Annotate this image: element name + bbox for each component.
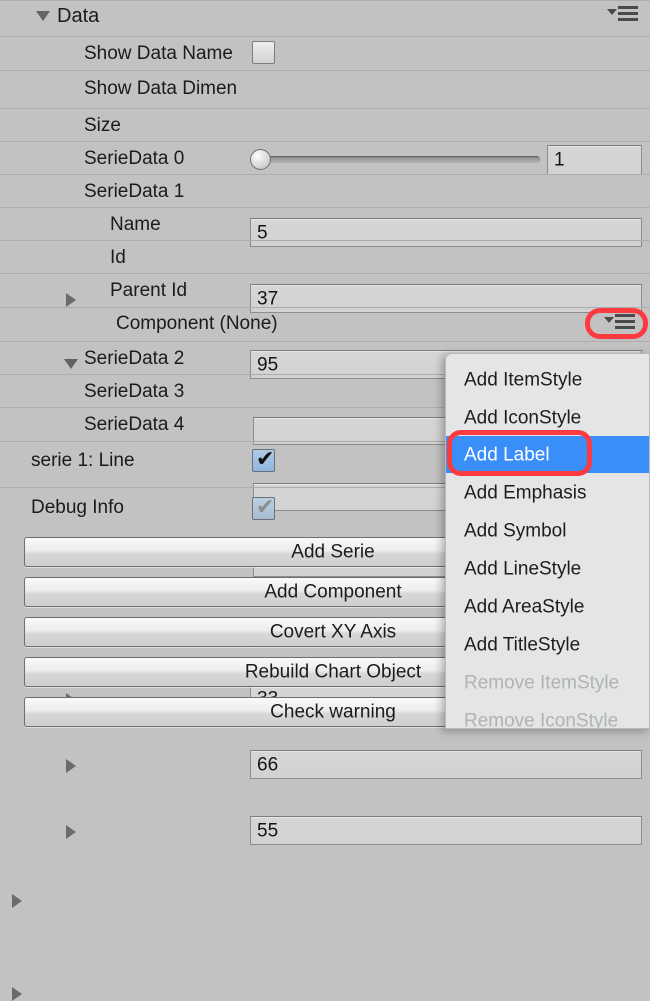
row-serie-data-0: SerieData 0 37 bbox=[0, 142, 650, 313]
menu-item-label: Add TitleStyle bbox=[464, 634, 581, 655]
menu-item-label: Add Symbol bbox=[464, 520, 567, 541]
menu-remove-iconstyle: Remove IconStyle bbox=[446, 702, 649, 729]
panel-title: Data bbox=[57, 5, 100, 27]
serie-data-1-label[interactable]: SerieData 1 bbox=[84, 182, 184, 201]
serie-data-4-field[interactable]: 55 bbox=[250, 816, 642, 845]
show-data-dimension-label: Show Data Dimen bbox=[84, 78, 238, 99]
serie-data-3-field[interactable]: 66 bbox=[250, 750, 642, 779]
menu-add-areastyle[interactable]: Add AreaStyle bbox=[446, 588, 649, 625]
chevron-right-icon[interactable] bbox=[12, 987, 22, 1001]
menu-add-titlestyle[interactable]: Add TitleStyle bbox=[446, 626, 649, 663]
show-data-name-label: Show Data Name bbox=[84, 43, 233, 64]
check-icon: ✔ bbox=[256, 495, 275, 520]
parent-id-label: Parent Id bbox=[110, 280, 188, 301]
menu-item-label: Add LineStyle bbox=[464, 558, 582, 579]
chevron-down-icon bbox=[604, 317, 614, 323]
menu-item-label: Add Emphasis bbox=[464, 482, 587, 503]
menu-item-label: Remove ItemStyle bbox=[464, 672, 620, 693]
component-preset-icon[interactable] bbox=[601, 313, 635, 331]
menu-item-label: Add Label bbox=[464, 444, 550, 465]
size-label: Size bbox=[84, 115, 121, 136]
id-label: Id bbox=[110, 247, 126, 268]
menu-item-label: Add IconStyle bbox=[464, 407, 582, 428]
menu-item-label: Remove IconStyle bbox=[464, 710, 619, 729]
debug-info-checkbox[interactable]: ✔ bbox=[252, 495, 275, 520]
menu-add-emphasis[interactable]: Add Emphasis bbox=[446, 474, 649, 511]
serie-1-line-label[interactable]: serie 1: Line bbox=[31, 451, 135, 470]
chevron-right-icon[interactable] bbox=[12, 894, 22, 908]
serie-data-2-label[interactable]: SerieData 2 bbox=[84, 349, 184, 368]
serie-data-3-value: 66 bbox=[257, 754, 279, 775]
chevron-right-icon[interactable] bbox=[66, 759, 76, 773]
debug-info-label[interactable]: Debug Info bbox=[31, 498, 124, 517]
menu-remove-itemstyle: Remove ItemStyle bbox=[446, 664, 649, 701]
row-show-data-name: Show Data Name bbox=[0, 37, 650, 69]
hamburger-bars-icon bbox=[618, 6, 638, 21]
row-parent-id: Parent Id bbox=[0, 274, 650, 577]
hamburger-bars-icon bbox=[615, 314, 635, 329]
row-show-data-dimension: Show Data Dimen 1 bbox=[0, 71, 650, 175]
name-label: Name bbox=[110, 214, 161, 235]
menu-add-label[interactable]: Add Label bbox=[446, 436, 649, 473]
unity-inspector-panel: Data Show Data Name Show Data Dimen 1 Si… bbox=[0, 0, 650, 1001]
serie-data-4-value: 55 bbox=[257, 820, 279, 841]
menu-add-symbol[interactable]: Add Symbol bbox=[446, 512, 649, 549]
menu-item-label: Add ItemStyle bbox=[464, 369, 583, 390]
check-icon: ✔ bbox=[256, 447, 275, 472]
serie-data-0-label[interactable]: SerieData 0 bbox=[84, 149, 184, 168]
row-name: Name bbox=[0, 208, 650, 445]
row-serie-data-1: SerieData 1 95 bbox=[0, 175, 650, 379]
preset-menu-icon[interactable] bbox=[604, 5, 638, 23]
chevron-down-icon[interactable] bbox=[36, 11, 50, 21]
data-header-row[interactable]: Data bbox=[0, 1, 650, 31]
row-id: Id bbox=[0, 241, 650, 511]
component-context-menu: Add ItemStyle Add IconStyle Add Label Ad… bbox=[445, 353, 650, 729]
chevron-down-icon bbox=[607, 9, 617, 15]
menu-add-itemstyle[interactable]: Add ItemStyle bbox=[446, 361, 649, 398]
row-component-none: Component (None) bbox=[0, 308, 650, 636]
menu-item-label: Add AreaStyle bbox=[464, 596, 585, 617]
menu-add-iconstyle[interactable]: Add IconStyle bbox=[446, 399, 649, 436]
chevron-right-icon[interactable] bbox=[66, 825, 76, 839]
menu-add-linestyle[interactable]: Add LineStyle bbox=[446, 550, 649, 587]
component-none-label[interactable]: Component (None) bbox=[116, 314, 278, 333]
row-size: Size 5 bbox=[0, 109, 650, 247]
show-data-name-checkbox[interactable] bbox=[252, 41, 275, 64]
serie-data-3-label[interactable]: SerieData 3 bbox=[84, 382, 184, 401]
serie-data-4-label[interactable]: SerieData 4 bbox=[84, 415, 184, 434]
serie-1-line-checkbox[interactable]: ✔ bbox=[252, 447, 275, 472]
